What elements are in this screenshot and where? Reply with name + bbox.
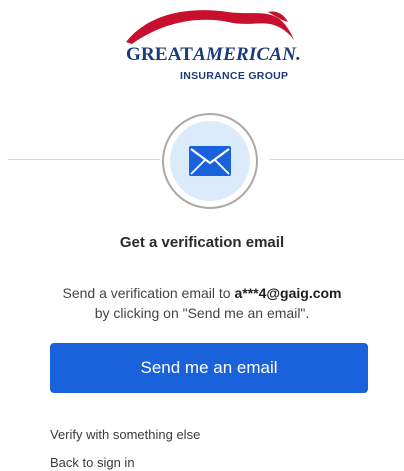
envelope-icon [189, 146, 231, 176]
divider-right [270, 159, 404, 160]
instructions-prefix: Send a verification email to [62, 285, 235, 301]
verification-page: GREATAMERICAN. INSURANCE GROUP Get a ver… [0, 0, 404, 471]
authenticator-icon-bg [170, 121, 250, 201]
page-title: Get a verification email [119, 234, 285, 251]
authenticator-icon-ring [162, 113, 258, 209]
send-email-button[interactable]: Send me an email [50, 343, 368, 393]
logo-subtitle: INSURANCE GROUP [180, 70, 289, 82]
logo-wordmark: GREATAMERICAN. [126, 44, 302, 65]
masked-email: a***4@gaig.com [234, 285, 342, 301]
company-logo: GREATAMERICAN. INSURANCE GROUP [118, 4, 306, 88]
eagle-swoosh-icon [126, 10, 294, 44]
verify-with-something-else-link[interactable]: Verify with something else [50, 427, 200, 442]
divider-left [8, 159, 160, 160]
instructions-suffix: by clicking on "Send me an email". [94, 305, 310, 321]
instructions-text: Send a verification email to a***4@gaig.… [0, 283, 404, 323]
back-to-sign-in-link[interactable]: Back to sign in [50, 455, 135, 470]
